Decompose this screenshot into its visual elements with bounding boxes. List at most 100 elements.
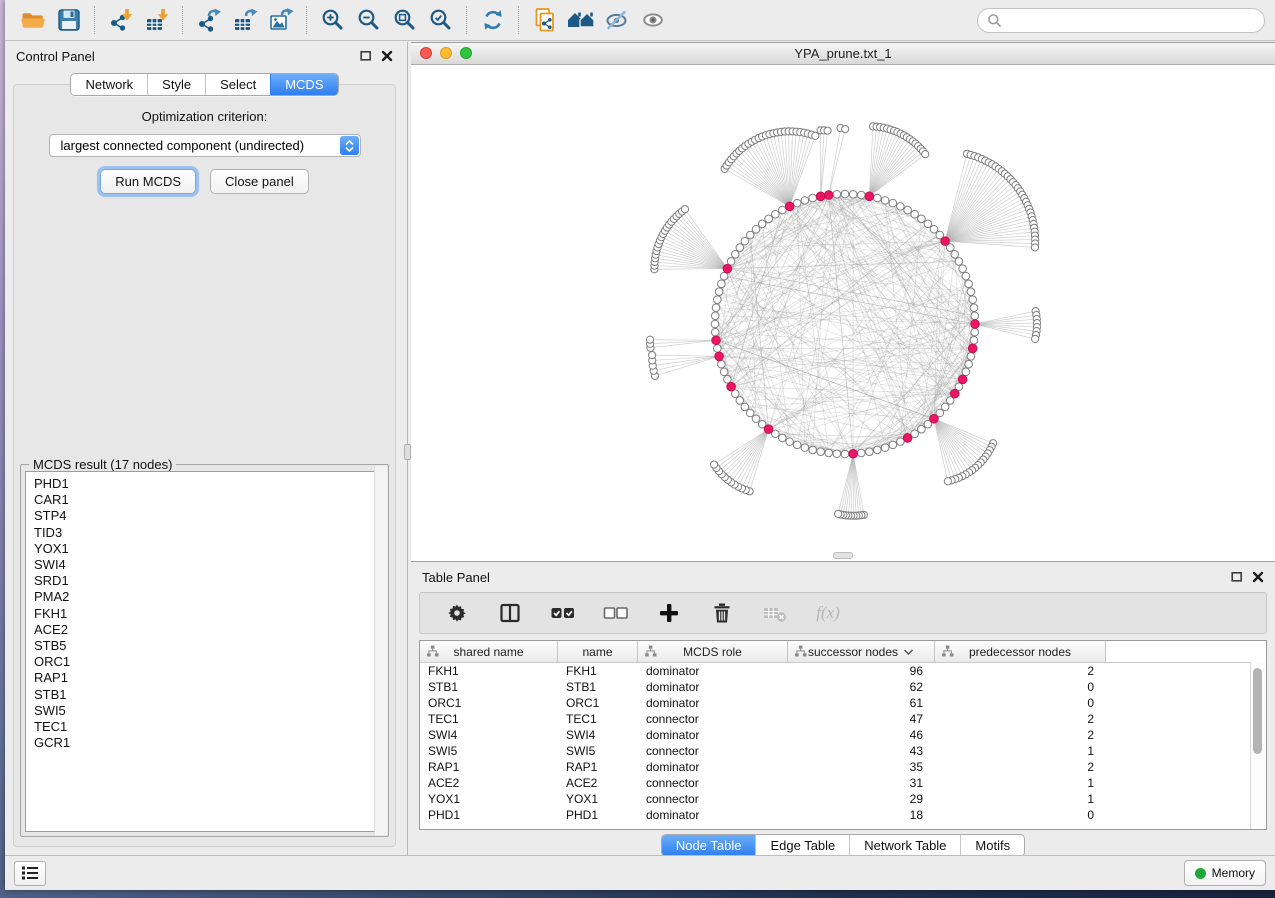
network-leaf-node[interactable]	[710, 461, 717, 468]
network-node[interactable]	[736, 397, 744, 405]
tab-select[interactable]: Select	[205, 74, 270, 95]
network-node[interactable]	[765, 215, 773, 223]
mcds-result-item[interactable]: STB5	[34, 638, 383, 654]
select-all-columns-button[interactable]	[550, 600, 576, 626]
mcds-result-item[interactable]: STP4	[34, 508, 383, 524]
mcds-result-item[interactable]: STB1	[34, 687, 383, 703]
network-node[interactable]	[967, 288, 975, 296]
close-panel-button[interactable]: Close panel	[210, 169, 309, 194]
network-node[interactable]	[825, 449, 833, 457]
network-window-titlebar[interactable]: YPA_prune.txt_1	[411, 43, 1275, 65]
float-panel-icon[interactable]	[360, 50, 372, 62]
close-panel-icon[interactable]	[1252, 571, 1264, 583]
network-node[interactable]	[930, 225, 938, 233]
network-mcds-node[interactable]	[816, 192, 825, 201]
mcds-result-item[interactable]: RAP1	[34, 670, 383, 686]
hide-graphics-details-button[interactable]	[599, 4, 635, 36]
minimize-window-icon[interactable]	[440, 47, 452, 59]
scrollbar-thumb[interactable]	[1253, 668, 1262, 754]
tab-node-table[interactable]: Node Table	[662, 835, 756, 856]
network-leaf-node[interactable]	[824, 127, 831, 134]
network-node[interactable]	[841, 450, 849, 458]
network-mcds-node[interactable]	[968, 344, 977, 353]
network-canvas[interactable]	[411, 65, 1275, 561]
network-node[interactable]	[965, 280, 973, 288]
mcds-result-item[interactable]: PMA2	[34, 589, 383, 605]
network-mcds-node[interactable]	[824, 191, 833, 200]
network-node[interactable]	[752, 225, 760, 233]
network-node[interactable]	[889, 199, 897, 207]
network-node[interactable]	[746, 409, 754, 417]
zoom-in-button[interactable]	[315, 4, 351, 36]
memory-button[interactable]: Memory	[1184, 860, 1266, 886]
network-node[interactable]	[711, 320, 719, 328]
network-leaf-node[interactable]	[922, 151, 929, 158]
network-node[interactable]	[965, 360, 973, 368]
network-node[interactable]	[711, 312, 719, 320]
network-node[interactable]	[857, 191, 865, 199]
network-node[interactable]	[841, 190, 849, 198]
table-settings-button[interactable]	[444, 600, 470, 626]
network-node[interactable]	[951, 251, 959, 259]
network-mcds-node[interactable]	[971, 320, 980, 329]
network-node[interactable]	[801, 444, 809, 452]
network-mcds-node[interactable]	[941, 237, 950, 246]
table-row[interactable]: FKH1FKH1dominator962	[420, 663, 1266, 679]
refresh-button[interactable]	[475, 4, 511, 36]
network-node[interactable]	[741, 403, 749, 411]
column-header-name[interactable]: name	[558, 641, 638, 662]
network-node[interactable]	[786, 438, 794, 446]
network-mcds-node[interactable]	[930, 414, 939, 423]
mcds-result-item[interactable]: TID3	[34, 525, 383, 541]
network-node[interactable]	[941, 403, 949, 411]
network-node[interactable]	[918, 425, 926, 433]
network-node[interactable]	[736, 244, 744, 252]
mcds-result-item[interactable]: YOX1	[34, 541, 383, 557]
network-node[interactable]	[741, 237, 749, 245]
node-table[interactable]: shared namenameMCDS rolesuccessor nodesp…	[419, 640, 1267, 830]
list-scrollbar[interactable]	[374, 466, 387, 835]
network-node[interactable]	[720, 272, 728, 280]
column-header-successor-nodes[interactable]: successor nodes	[788, 641, 935, 662]
export-network-button[interactable]	[191, 4, 227, 36]
network-node[interactable]	[970, 304, 978, 312]
tab-mcds[interactable]: MCDS	[270, 74, 337, 95]
mcds-result-item[interactable]: ACE2	[34, 622, 383, 638]
mcds-result-item[interactable]: CAR1	[34, 492, 383, 508]
column-header-MCDS-role[interactable]: MCDS role	[638, 641, 788, 662]
tab-edge-table[interactable]: Edge Table	[755, 835, 849, 856]
table-row[interactable]: SWI5SWI5connector431	[420, 743, 1266, 759]
mcds-result-item[interactable]: ORC1	[34, 654, 383, 670]
horizontal-splitter-handle[interactable]	[833, 552, 853, 559]
network-leaf-node[interactable]	[1031, 244, 1038, 251]
network-mcds-node[interactable]	[764, 425, 773, 434]
network-node[interactable]	[881, 197, 889, 205]
network-leaf-node[interactable]	[835, 510, 842, 517]
network-node[interactable]	[970, 336, 978, 344]
tab-motifs[interactable]: Motifs	[960, 835, 1024, 856]
deselect-all-columns-button[interactable]	[603, 600, 629, 626]
network-node[interactable]	[962, 272, 970, 280]
table-scrollbar[interactable]	[1250, 662, 1266, 829]
show-graphics-details-button[interactable]	[635, 4, 671, 36]
network-node[interactable]	[817, 448, 825, 456]
network-node[interactable]	[731, 251, 739, 259]
mcds-result-list[interactable]: PHD1CAR1STP4TID3YOX1SWI4SRD1PMA2FKH1ACE2…	[25, 471, 384, 832]
mcds-result-item[interactable]: SRD1	[34, 573, 383, 589]
network-node[interactable]	[874, 446, 882, 454]
network-node[interactable]	[857, 449, 865, 457]
float-panel-icon[interactable]	[1231, 571, 1243, 583]
network-mcds-node[interactable]	[958, 375, 967, 384]
export-image-button[interactable]	[263, 4, 299, 36]
network-node[interactable]	[720, 368, 728, 376]
mcds-result-item[interactable]: GCR1	[34, 735, 383, 751]
network-leaf-node[interactable]	[648, 352, 655, 359]
table-row[interactable]: PHD1PHD1dominator180	[420, 807, 1266, 823]
table-row[interactable]: RAP1RAP1dominator352	[420, 759, 1266, 775]
zoom-out-button[interactable]	[351, 4, 387, 36]
panel-splitter[interactable]	[404, 42, 411, 855]
show-columns-button[interactable]	[497, 600, 523, 626]
mcds-result-item[interactable]: SWI4	[34, 557, 383, 573]
network-node[interactable]	[967, 353, 975, 361]
zoom-selected-button[interactable]	[423, 4, 459, 36]
